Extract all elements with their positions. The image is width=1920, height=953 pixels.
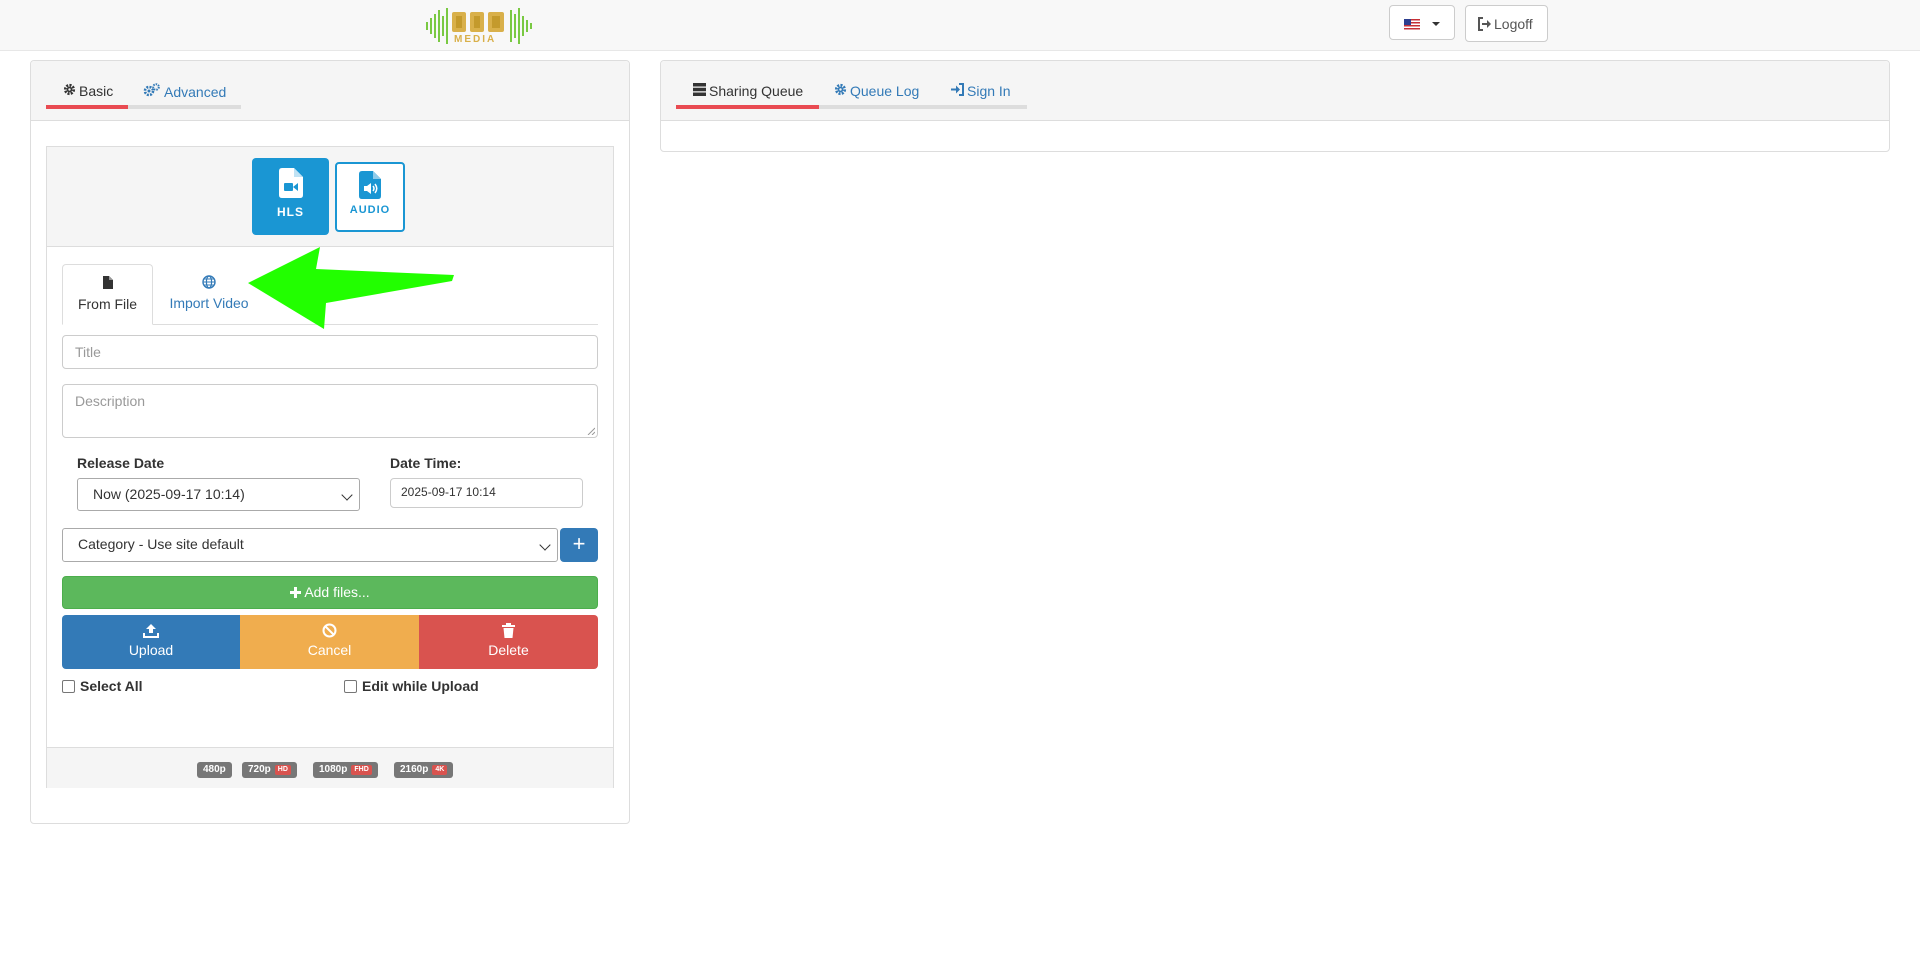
- cancel-button[interactable]: Cancel: [240, 615, 419, 669]
- globe-icon: [159, 275, 259, 291]
- tab-sign-in-label: Sign In: [967, 83, 1011, 99]
- release-date-value: Now (2025-09-17 10:14): [93, 486, 245, 502]
- trash-icon: [419, 623, 598, 639]
- resolution-label: 480p: [203, 764, 226, 775]
- add-category-button[interactable]: +: [560, 528, 598, 562]
- add-files-button[interactable]: Add files...: [62, 576, 598, 609]
- resize-handle-icon: [587, 427, 595, 435]
- tab-basic-label: Basic: [79, 83, 114, 99]
- logoff-button[interactable]: Logoff: [1465, 5, 1548, 42]
- annotation-arrow-icon: [248, 247, 454, 329]
- date-time-input[interactable]: 2025-09-17 10:14: [390, 478, 583, 508]
- tab-sharing-queue[interactable]: Sharing Queue: [692, 83, 803, 103]
- active-tab-indicator: [676, 105, 819, 109]
- gear-icon: [62, 83, 76, 99]
- active-tab-indicator: [46, 105, 128, 109]
- select-all-checkbox[interactable]: [62, 680, 75, 693]
- tab-sign-in[interactable]: Sign In: [950, 83, 1011, 103]
- tab-from-file-label: From File: [77, 296, 138, 312]
- upload-icon: [62, 623, 240, 639]
- resolution-badge-1080p: 1080p FHD: [313, 762, 378, 778]
- upload-panel: Basic Advanced HLS AUDIO From File Impor…: [30, 60, 630, 824]
- resolution-footer: 480p 720p HD 1080p FHD 2160p 4K: [47, 747, 613, 788]
- top-navbar: MEDIA Logoff: [0, 0, 1920, 51]
- cancel-label: Cancel: [307, 642, 352, 658]
- gears-icon: [143, 83, 161, 100]
- language-dropdown[interactable]: [1389, 5, 1455, 40]
- plus-icon: +: [572, 531, 586, 556]
- resolution-label: 1080p: [319, 764, 348, 775]
- edit-while-upload-label: Edit while Upload: [362, 678, 479, 694]
- audio-label: AUDIO: [349, 204, 391, 216]
- upload-button[interactable]: Upload: [62, 615, 240, 669]
- hls-label: HLS: [277, 205, 304, 219]
- description-textarea[interactable]: Description: [62, 384, 598, 438]
- logoff-label: Logoff: [1494, 16, 1533, 32]
- tab-track: [819, 105, 1027, 109]
- chevron-down-icon: [341, 489, 353, 501]
- resolution-badge-480p: 480p: [197, 762, 232, 778]
- resolution-label: 2160p: [400, 764, 429, 775]
- category-value: Category - Use site default: [78, 536, 244, 552]
- delete-button[interactable]: Delete: [419, 615, 598, 669]
- delete-label: Delete: [488, 642, 529, 658]
- tab-import-video[interactable]: Import Video: [159, 264, 259, 324]
- resolution-badge-720p: 720p HD: [242, 762, 297, 778]
- sharing-panel-header: Sharing Queue Queue Log Sign In: [661, 61, 1889, 121]
- audio-button[interactable]: AUDIO: [335, 162, 405, 232]
- tab-basic[interactable]: Basic: [62, 83, 113, 103]
- us-flag-icon: [1404, 19, 1420, 30]
- add-files-label: Add files...: [304, 584, 370, 600]
- plus-icon: [290, 587, 302, 598]
- title-placeholder: Title: [75, 344, 101, 360]
- resolution-tag: HD: [274, 765, 291, 775]
- server-icon: [692, 83, 706, 99]
- upload-form: HLS AUDIO From File Import Video Title D…: [46, 146, 614, 788]
- resolution-tag: 4K: [432, 765, 448, 775]
- date-time-label: Date Time:: [390, 455, 462, 471]
- caret-down-icon: [1432, 22, 1440, 26]
- category-select[interactable]: Category - Use site default: [62, 528, 558, 562]
- video-file-icon: [279, 168, 303, 198]
- sign-in-icon: [950, 83, 964, 99]
- tab-advanced[interactable]: Advanced: [143, 83, 226, 103]
- upload-panel-header: Basic Advanced: [31, 61, 629, 121]
- release-date-label: Release Date: [77, 455, 165, 471]
- site-logo[interactable]: MEDIA: [424, 4, 536, 48]
- tab-track: [128, 105, 241, 109]
- logo-text: MEDIA: [454, 34, 497, 45]
- gear-icon: [833, 83, 847, 99]
- select-all-label: Select All: [80, 678, 143, 694]
- tab-from-file[interactable]: From File: [62, 264, 153, 325]
- audio-file-icon: [359, 171, 381, 199]
- sharing-panel: Sharing Queue Queue Log Sign In: [660, 60, 1890, 152]
- sign-out-icon: [1478, 17, 1491, 31]
- title-input[interactable]: Title: [62, 335, 598, 369]
- release-date-select[interactable]: Now (2025-09-17 10:14): [77, 478, 360, 511]
- resolution-badge-2160p: 2160p 4K: [394, 762, 454, 778]
- tab-queue-log[interactable]: Queue Log: [833, 83, 919, 103]
- tab-advanced-label: Advanced: [164, 84, 227, 100]
- hls-button[interactable]: HLS: [252, 158, 329, 235]
- tab-sharing-queue-label: Sharing Queue: [709, 83, 804, 99]
- resolution-tag: FHD: [351, 765, 372, 775]
- description-placeholder: Description: [75, 393, 146, 409]
- date-time-value: 2025-09-17 10:14: [401, 485, 496, 499]
- resolution-label: 720p: [248, 764, 271, 775]
- edit-while-upload-checkbox[interactable]: [344, 680, 357, 693]
- tab-queue-log-label: Queue Log: [850, 83, 920, 99]
- tab-import-video-label: Import Video: [169, 295, 249, 311]
- media-type-selector: HLS AUDIO: [47, 147, 613, 247]
- file-icon: [63, 276, 152, 292]
- ban-icon: [240, 623, 419, 639]
- chevron-down-icon: [539, 539, 551, 551]
- upload-label: Upload: [128, 642, 174, 658]
